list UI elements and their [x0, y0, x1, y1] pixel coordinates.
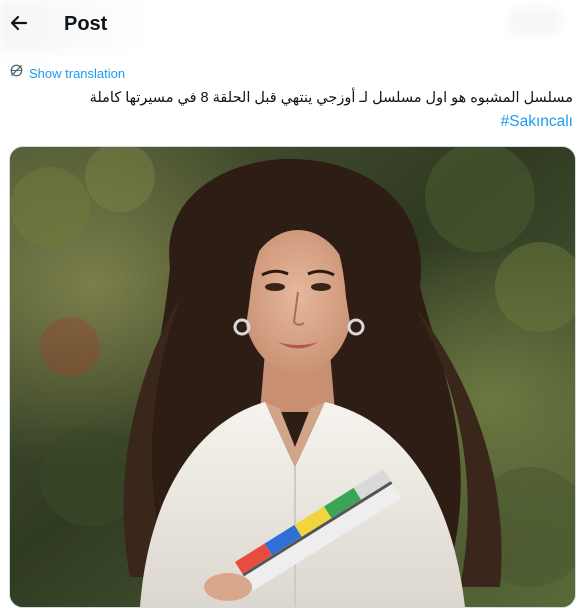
blurred-header-control	[507, 6, 563, 36]
globe-slash-icon	[9, 63, 24, 83]
back-button[interactable]	[4, 8, 34, 42]
page-title: Post	[64, 13, 108, 35]
hashtag-link[interactable]: #Sakıncalı	[501, 113, 573, 131]
top-bar: Post	[0, 0, 581, 52]
show-translation-label: Show translation	[29, 65, 126, 81]
arrow-left-icon	[9, 13, 29, 38]
show-translation-link[interactable]: Show translation	[9, 64, 125, 82]
tweet-text: مسلسل المشبوه هو اول مسلسل لـ أوزجي ينته…	[89, 90, 573, 106]
post-image[interactable]	[9, 146, 576, 608]
